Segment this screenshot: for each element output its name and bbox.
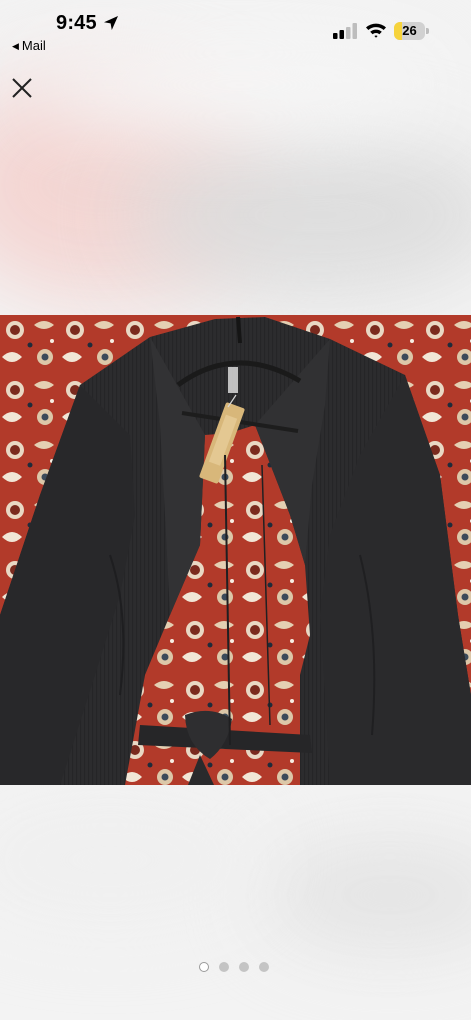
signal-bar: [333, 33, 338, 39]
product-photo[interactable]: [0, 315, 471, 785]
page-dot[interactable]: [239, 962, 249, 972]
back-app-label: Mail: [21, 38, 46, 53]
back-to-app-link[interactable]: ◀ Mail: [12, 38, 46, 53]
battery-cap: [426, 28, 429, 34]
signal-bar: [346, 27, 351, 39]
status-bar: 9:45 ◀ Mail 26: [0, 0, 471, 58]
page-dot[interactable]: [199, 962, 209, 972]
battery-level: 26: [402, 23, 417, 38]
cellular-signal-icon: [333, 23, 357, 39]
close-icon: [12, 78, 32, 98]
back-triangle-icon: ◀: [12, 41, 19, 51]
location-arrow-icon: [104, 16, 118, 30]
close-button[interactable]: [6, 72, 38, 104]
cardigan-on-rug-image: [0, 315, 471, 785]
status-time: 9:45: [56, 12, 97, 34]
wifi-icon: [366, 23, 386, 38]
signal-bar: [352, 23, 357, 39]
battery-indicator: 26: [394, 22, 430, 40]
page-dot[interactable]: [259, 962, 269, 972]
page-dot[interactable]: [219, 962, 229, 972]
signal-bar: [339, 30, 344, 39]
photo-page-indicator[interactable]: [199, 962, 269, 974]
